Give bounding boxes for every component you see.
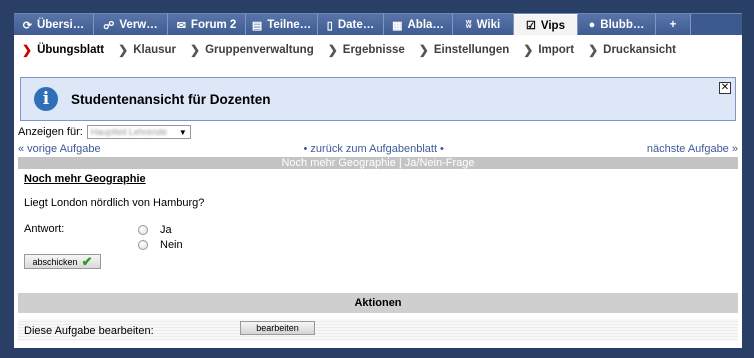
sub-navigation: ❯ Übungsblatt ❯ Klausur ❯ Gruppenverwaltung ❯ E…	[14, 35, 742, 65]
tab-7[interactable]: ʬ Wiki	[453, 14, 514, 36]
participants-icon: ▤	[251, 19, 263, 32]
back-to-sheet-link[interactable]: • zurück zum Aufgabenblatt •	[304, 143, 444, 156]
option-label: Nein	[160, 238, 183, 251]
tab-label: Forum 2	[190, 19, 237, 31]
subnav-label: Druckansicht	[603, 44, 677, 56]
tab-label: Abla…	[407, 19, 444, 31]
assignment-navigation: « vorige Aufgabe • zurück zum Aufgabenbl…	[18, 143, 738, 156]
view-filter-select[interactable]: Hauptteil Lehrende ▼	[86, 125, 191, 139]
chevron-right-icon: ❯	[190, 43, 201, 57]
tab-label: Date…	[337, 19, 375, 31]
option-nein[interactable]: Nein	[138, 237, 183, 252]
edit-button[interactable]: bearbeiten	[240, 321, 315, 335]
subnav-item-7[interactable]: ❯ Druckansicht	[588, 43, 676, 57]
subnav-item-5[interactable]: ❯ Einstellungen	[419, 43, 509, 57]
tab-10[interactable]: +	[656, 14, 691, 36]
forum-icon: ✉	[176, 19, 186, 32]
submit-button[interactable]: abschicken ✔	[24, 254, 101, 269]
checkmark-icon: ✔	[81, 253, 93, 269]
tab-bar: ⟳ Übersi… ☍ Verw… ✉ Forum 2 ▤ Teilne… ▯ Date… ▦ Abl…	[14, 13, 742, 36]
tab-2[interactable]: ☍ Verw…	[94, 14, 168, 36]
blubber-icon: ●	[588, 19, 596, 31]
answer-label: Antwort:	[24, 223, 65, 235]
tab-label: Übersi…	[36, 19, 85, 31]
tab-label: +	[669, 19, 677, 31]
info-box: i Studentenansicht für Dozenten ✕	[20, 77, 736, 121]
answer-options: Ja Nein	[138, 222, 183, 252]
chevron-right-icon: ❯	[418, 43, 429, 57]
tab-label: Wiki	[476, 19, 501, 31]
wiki-icon: ʬ	[465, 19, 472, 31]
view-filter-label: Anzeigen für:	[18, 126, 83, 138]
view-filter: Anzeigen für: Hauptteil Lehrende ▼	[18, 125, 191, 139]
vips-icon: ☑	[526, 20, 536, 32]
question-text: Liegt London nördlich von Hamburg?	[24, 197, 205, 209]
submit-label: abschicken	[32, 256, 78, 267]
prev-assignment-link[interactable]: « vorige Aufgabe	[18, 143, 101, 156]
tab-8[interactable]: ☑ Vips	[514, 14, 578, 36]
tab-4[interactable]: ▤ Teilne…	[246, 14, 318, 36]
subnav-item-4[interactable]: ❯ Ergebnisse	[328, 43, 405, 57]
question-title: Noch mehr Geographie	[24, 173, 146, 185]
chevron-right-icon: ❯	[22, 43, 33, 57]
tab-3[interactable]: ✉ Forum 2	[168, 14, 246, 36]
close-icon[interactable]: ✕	[719, 82, 731, 94]
chevron-right-icon: ❯	[327, 43, 338, 57]
main-content: ❯ Übungsblatt ❯ Klausur ❯ Gruppenverwaltung ❯ E…	[14, 35, 742, 348]
subnav-item-3[interactable]: ❯ Gruppenverwaltung	[190, 43, 314, 57]
radio-nein[interactable]	[138, 239, 148, 250]
chevron-right-icon: ❯	[523, 43, 534, 57]
chevron-right-icon: ❯	[118, 43, 129, 57]
subnav-label: Übungsblatt	[37, 44, 105, 56]
subnav-label: Gruppenverwaltung	[205, 44, 314, 56]
schedule-icon: ▦	[392, 19, 403, 32]
tab-label: Blubb…	[600, 19, 645, 31]
view-filter-value: Hauptteil Lehrende	[90, 127, 167, 137]
actions-header: Aktionen	[18, 293, 738, 313]
radio-ja[interactable]	[138, 224, 148, 235]
subnav-item-6[interactable]: ❯ Import	[523, 43, 574, 57]
info-icon: i	[34, 87, 58, 111]
tab-5[interactable]: ▯ Date…	[318, 14, 384, 36]
subnav-label: Klausur	[133, 44, 177, 56]
actions-row: Diese Aufgabe bearbeiten: bearbeiten	[18, 319, 738, 341]
tab-1[interactable]: ⟳ Übersi…	[14, 14, 94, 36]
tab-label: Vips	[540, 19, 565, 32]
assignment-header: Noch mehr Geographie | Ja/Nein-Frage	[18, 157, 738, 169]
subnav-label: Import	[538, 44, 575, 56]
chevron-right-icon: ❯	[588, 43, 599, 57]
subnav-label: Einstellungen	[433, 44, 510, 56]
edit-assignment-label: Diese Aufgabe bearbeiten:	[24, 325, 154, 337]
tab-label: Teilne…	[267, 19, 312, 31]
chevron-down-icon: ▼	[178, 127, 187, 137]
tab-label: Verw…	[119, 19, 158, 31]
files-icon: ▯	[326, 19, 333, 32]
tab-6[interactable]: ▦ Abla…	[384, 14, 453, 36]
info-text: Studentenansicht für Dozenten	[71, 91, 271, 107]
subnav-item-1[interactable]: ❯ Übungsblatt	[22, 43, 104, 57]
manage-icon: ☍	[103, 19, 115, 32]
next-assignment-link[interactable]: nächste Aufgabe »	[647, 143, 738, 156]
subnav-item-2[interactable]: ❯ Klausur	[118, 43, 176, 57]
option-ja[interactable]: Ja	[138, 222, 183, 237]
tab-9[interactable]: ● Blubb…	[578, 14, 656, 36]
option-label: Ja	[160, 223, 172, 236]
subnav-label: Ergebnisse	[342, 44, 405, 56]
overview-icon: ⟳	[22, 19, 32, 32]
